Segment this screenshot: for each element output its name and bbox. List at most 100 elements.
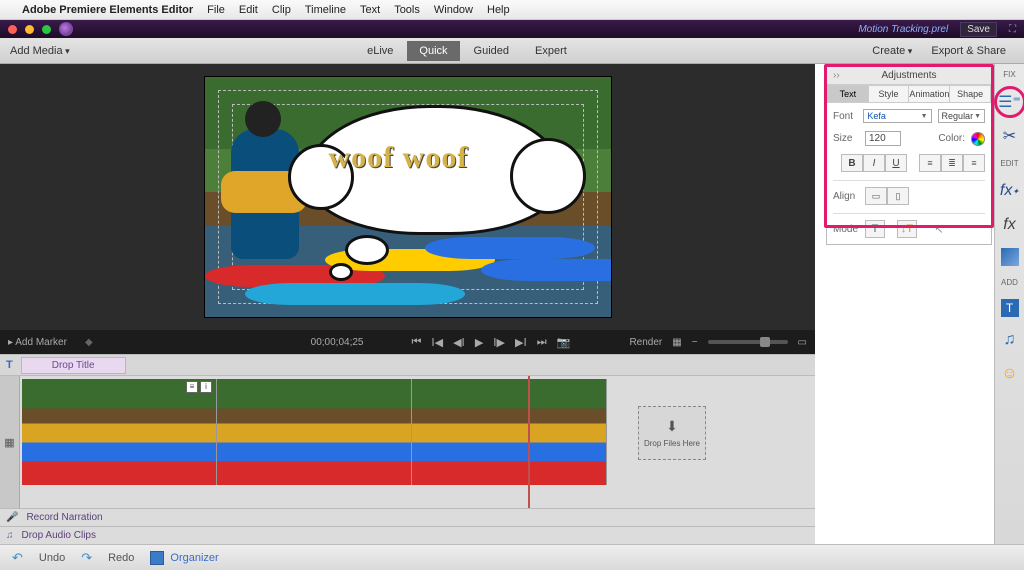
size-input[interactable]: 120 — [865, 131, 901, 146]
render-button[interactable]: Render — [629, 337, 662, 348]
mode-quick[interactable]: Quick — [407, 41, 459, 61]
save-button[interactable]: Save — [960, 22, 997, 37]
kayak-graphic — [481, 259, 612, 281]
titles-icon[interactable]: T — [1001, 299, 1019, 317]
thought-bubble-tail — [345, 235, 389, 265]
redo-icon[interactable]: ↷ — [81, 550, 92, 566]
tab-shape[interactable]: Shape — [950, 85, 991, 103]
export-share-button[interactable]: Export & Share — [923, 41, 1014, 61]
mic-icon: 🎤 — [6, 512, 18, 523]
bold-button[interactable]: B — [841, 154, 863, 172]
color-icon[interactable] — [1001, 248, 1019, 266]
main-toolbar: Add Media eLive Quick Guided Expert Crea… — [0, 38, 1024, 64]
undo-button[interactable]: Undo — [39, 552, 65, 564]
font-style-select[interactable]: Regular▼ — [938, 109, 985, 123]
font-select[interactable]: Kefa▼ — [863, 109, 931, 123]
audio-icon[interactable]: ♫ — [999, 329, 1021, 351]
right-tool-rail: FIX ☰⁼ ✂ EDIT fx✦ fx ADD T ♫ ☺ — [994, 64, 1024, 544]
menu-help[interactable]: Help — [487, 4, 510, 16]
undo-icon[interactable]: ↶ — [12, 550, 23, 566]
video-track-header[interactable]: ▦ — [0, 376, 20, 508]
mode-expert[interactable]: Expert — [523, 41, 579, 61]
timeline-clip[interactable]: ≡i — [22, 379, 217, 485]
redo-button[interactable]: Redo — [108, 552, 134, 564]
add-marker-button[interactable]: ▸ Add Marker — [8, 337, 67, 348]
align-center-icon[interactable]: ≣ — [941, 154, 963, 172]
kayak-graphic — [425, 237, 595, 259]
add-media-button[interactable]: Add Media — [10, 45, 70, 57]
align-horizontal-icon[interactable]: ▭ — [865, 187, 887, 205]
mode-guided[interactable]: Guided — [462, 41, 521, 61]
title-track-icon: T — [6, 359, 13, 371]
adjustments-panel: ›› Adjustments Text Style Animation Shap… — [826, 66, 992, 245]
timeline[interactable]: ▦ ≡i ⬇ Drop Files Here — [0, 376, 815, 508]
window-close-icon[interactable] — [8, 25, 17, 34]
mode-elive[interactable]: eLive — [355, 41, 405, 61]
video-preview[interactable]: woof woof — [204, 76, 612, 318]
tools-icon[interactable]: ✂ — [999, 125, 1021, 147]
italic-button[interactable]: I — [863, 154, 885, 172]
drop-title-zone[interactable]: Drop Title — [21, 357, 126, 374]
download-icon: ⬇ — [666, 418, 678, 435]
preview-area: woof woof — [0, 64, 815, 330]
frame-back-icon[interactable]: ◀Ⅰ — [453, 336, 465, 349]
title-text[interactable]: woof woof — [329, 141, 469, 175]
menu-clip[interactable]: Clip — [272, 4, 291, 16]
align-right-icon[interactable]: ≡ — [963, 154, 985, 172]
type-tool-icon[interactable]: T — [865, 220, 885, 238]
tab-style[interactable]: Style — [869, 85, 910, 103]
clip-menu-icon[interactable]: ≡ — [186, 381, 198, 393]
frame-fwd-icon[interactable]: Ⅰ▶ — [493, 336, 505, 349]
menu-window[interactable]: Window — [434, 4, 473, 16]
window-min-icon[interactable] — [25, 25, 34, 34]
graphics-icon[interactable]: ☺ — [999, 363, 1021, 385]
timeline-clip[interactable] — [217, 379, 412, 485]
align-left-icon[interactable]: ≡ — [919, 154, 941, 172]
menu-text[interactable]: Text — [360, 4, 380, 16]
marker-icon[interactable]: ◆ — [85, 337, 93, 348]
align-vertical-icon[interactable]: ▯ — [887, 187, 909, 205]
zoom-out-icon[interactable]: − — [692, 337, 698, 348]
underline-button[interactable]: U — [885, 154, 907, 172]
rail-fix-label: FIX — [1003, 70, 1015, 79]
color-swatch[interactable] — [971, 132, 985, 146]
goto-start-icon[interactable]: ⏮ — [411, 336, 421, 349]
window-max-icon[interactable] — [42, 25, 51, 34]
create-button[interactable]: Create — [864, 41, 920, 61]
quality-icon[interactable]: ▦ — [672, 337, 681, 348]
transitions-icon[interactable]: fx — [999, 214, 1021, 236]
snapshot-icon[interactable]: 📷 — [557, 336, 571, 349]
clip-info-icon[interactable]: i — [200, 381, 212, 393]
app-name[interactable]: Adobe Premiere Elements Editor — [22, 4, 193, 16]
fit-icon[interactable]: ▭ — [798, 337, 807, 348]
zoom-slider[interactable] — [708, 340, 788, 344]
drop-files-zone[interactable]: ⬇ Drop Files Here — [638, 406, 706, 460]
menu-tools[interactable]: Tools — [394, 4, 420, 16]
play-icon[interactable]: ▶ — [475, 336, 483, 349]
chevron-down-icon: ▼ — [974, 113, 981, 120]
mac-menu-bar: Adobe Premiere Elements Editor File Edit… — [0, 0, 1024, 20]
organizer-button[interactable]: Organizer — [150, 551, 218, 565]
vertical-type-icon[interactable]: ↕T — [897, 220, 917, 238]
playhead[interactable] — [528, 376, 530, 508]
goto-end-icon[interactable]: ⏭ — [537, 336, 547, 349]
audio-track[interactable]: ♫ Drop Audio Clips — [0, 526, 815, 544]
selection-tool-icon[interactable]: ↖ — [929, 220, 949, 238]
timeline-clip[interactable] — [412, 379, 607, 485]
step-fwd-icon[interactable]: ▶Ⅰ — [515, 336, 527, 349]
status-bar: ↶ Undo ↷ Redo Organizer — [0, 544, 1024, 570]
effects-icon[interactable]: fx✦ — [999, 180, 1021, 202]
menu-edit[interactable]: Edit — [239, 4, 258, 16]
step-back-icon[interactable]: Ⅰ◀ — [431, 336, 443, 349]
collapse-icon[interactable]: ›› — [833, 70, 840, 81]
tab-text[interactable]: Text — [827, 85, 869, 103]
narration-track[interactable]: 🎤 Record Narration — [0, 508, 815, 526]
menu-file[interactable]: File — [207, 4, 225, 16]
tab-animation[interactable]: Animation — [909, 85, 950, 103]
kayak-graphic — [245, 283, 465, 305]
menu-timeline[interactable]: Timeline — [305, 4, 346, 16]
fullscreen-icon[interactable]: ⛶ — [1009, 24, 1016, 35]
drop-audio-label: Drop Audio Clips — [22, 530, 96, 541]
timecode[interactable]: 00;00;04;25 — [311, 337, 364, 348]
adjust-icon[interactable]: ☰⁼ — [999, 91, 1021, 113]
